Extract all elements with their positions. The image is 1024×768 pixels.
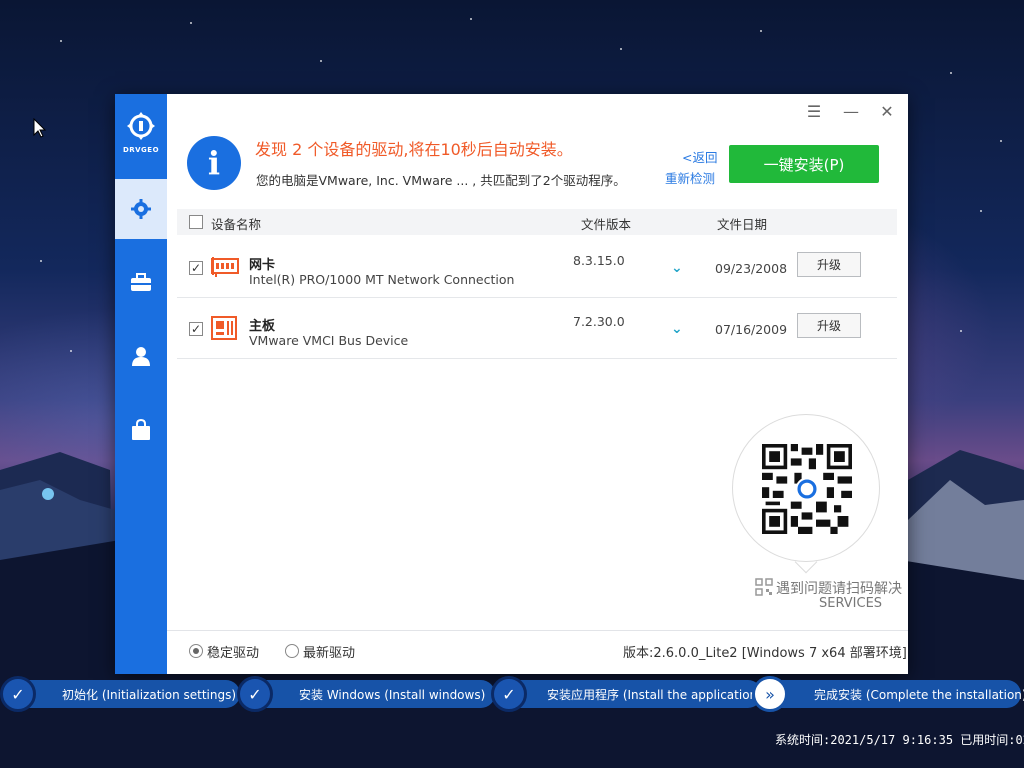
device-name: 网卡 bbox=[249, 258, 276, 273]
step-label: 安装 Windows (Install windows) bbox=[299, 688, 486, 702]
chevron-down-icon[interactable]: ⌄ bbox=[671, 321, 683, 337]
sidebar-item-user[interactable] bbox=[115, 326, 167, 386]
one-click-install-button[interactable]: 一键安装(P) bbox=[729, 145, 879, 183]
device-name: 主板 bbox=[249, 319, 276, 334]
upgrade-button[interactable]: 升级 bbox=[797, 313, 861, 338]
step-check-icon: ✓ bbox=[491, 676, 527, 712]
app-logo: DRVGEO bbox=[115, 112, 167, 162]
table-row: ✓ 主板 VMware VMCI Bus Device 7.2.30.0 ⌄ 0… bbox=[177, 297, 897, 359]
logo-text: DRVGEO bbox=[122, 146, 160, 154]
sidebar-item-toolbox[interactable] bbox=[115, 252, 167, 312]
step-label: 完成安装 (Complete the installation) bbox=[814, 688, 1024, 702]
close-button[interactable]: ✕ bbox=[874, 100, 900, 122]
chevron-down-icon[interactable]: ⌄ bbox=[671, 260, 683, 276]
gear-icon bbox=[131, 199, 151, 219]
bag-icon bbox=[132, 419, 150, 440]
qr-help-text: 遇到问题请扫码解决 bbox=[755, 578, 902, 598]
upgrade-button[interactable]: 升级 bbox=[797, 252, 861, 277]
device-description: Intel(R) PRO/1000 MT Network Connection bbox=[249, 272, 515, 287]
notice-headline: 发现 2 个设备的驱动,将在10秒后自动安装。 bbox=[255, 140, 573, 159]
minimize-button[interactable]: — bbox=[838, 100, 864, 122]
select-all-checkbox[interactable] bbox=[189, 215, 203, 229]
redetect-link[interactable]: 重新检测 bbox=[665, 168, 715, 187]
row-checkbox[interactable]: ✓ bbox=[189, 322, 203, 336]
footer: 稳定驱动 最新驱动 版本:2.6.0.0_Lite2 [Windows 7 x6… bbox=[167, 630, 908, 674]
logo-icon bbox=[127, 112, 155, 140]
system-clock: 系统时间:2021/5/17 9:16:35 已用时间:02:19 bbox=[775, 733, 1024, 747]
installation-progress-steps: ✓ 初始化 (Initialization settings) ✓ 安装 Win… bbox=[0, 676, 1024, 712]
stable-driver-label: 稳定驱动 bbox=[207, 646, 260, 661]
motherboard-icon bbox=[211, 316, 237, 340]
toolbox-icon bbox=[131, 273, 151, 291]
header-file-date: 文件日期 bbox=[717, 217, 768, 232]
qr-services-label: SERVICES bbox=[819, 596, 883, 611]
step-check-icon: ✓ bbox=[0, 676, 36, 712]
file-version: 8.3.15.0 bbox=[573, 253, 625, 268]
qr-help-label: 遇到问题请扫码解决 bbox=[776, 581, 902, 597]
table-header: 设备名称 文件版本 文件日期 bbox=[177, 209, 897, 235]
file-date: 09/23/2008 bbox=[715, 261, 788, 276]
latest-driver-radio[interactable] bbox=[285, 644, 299, 658]
file-version: 7.2.30.0 bbox=[573, 314, 625, 329]
latest-driver-label: 最新驱动 bbox=[303, 646, 356, 661]
info-icon: i bbox=[187, 136, 241, 190]
header-file-version: 文件版本 bbox=[581, 217, 632, 232]
step-check-icon: ✓ bbox=[237, 676, 273, 712]
driver-installer-window: DRVGEO ☰ — ✕ i 发现 2 个设备的驱动,将在10秒后自动安装。 您… bbox=[115, 94, 908, 674]
menu-button[interactable]: ☰ bbox=[801, 100, 827, 122]
back-link[interactable]: <返回 bbox=[682, 147, 717, 166]
sidebar: DRVGEO bbox=[115, 94, 167, 674]
stable-driver-radio[interactable] bbox=[189, 644, 203, 658]
device-description: VMware VMCI Bus Device bbox=[249, 333, 409, 348]
network-card-icon bbox=[211, 257, 239, 277]
file-date: 07/16/2009 bbox=[715, 322, 788, 337]
table-row: ✓ 网卡 Intel(R) PRO/1000 MT Network Connec… bbox=[177, 236, 897, 298]
sidebar-item-store[interactable] bbox=[115, 400, 167, 460]
mouse-cursor-icon bbox=[33, 118, 47, 138]
step-label: 安装应用程序 (Install the application) bbox=[547, 688, 762, 702]
sidebar-item-settings[interactable] bbox=[115, 179, 167, 239]
step-label: 初始化 (Initialization settings) bbox=[62, 688, 237, 702]
step-current-icon: » bbox=[752, 676, 788, 712]
header-device-name: 设备名称 bbox=[211, 217, 262, 232]
row-checkbox[interactable]: ✓ bbox=[189, 261, 203, 275]
qr-code-image[interactable] bbox=[762, 444, 852, 534]
notice-subline: 您的电脑是VMware, Inc. VMware ... , 共匹配到了2个驱动… bbox=[256, 173, 626, 188]
version-info: 版本:2.6.0.0_Lite2 [Windows 7 x64 部署环境] bbox=[623, 646, 907, 661]
user-icon bbox=[132, 347, 150, 366]
qr-scan-icon bbox=[755, 578, 773, 596]
